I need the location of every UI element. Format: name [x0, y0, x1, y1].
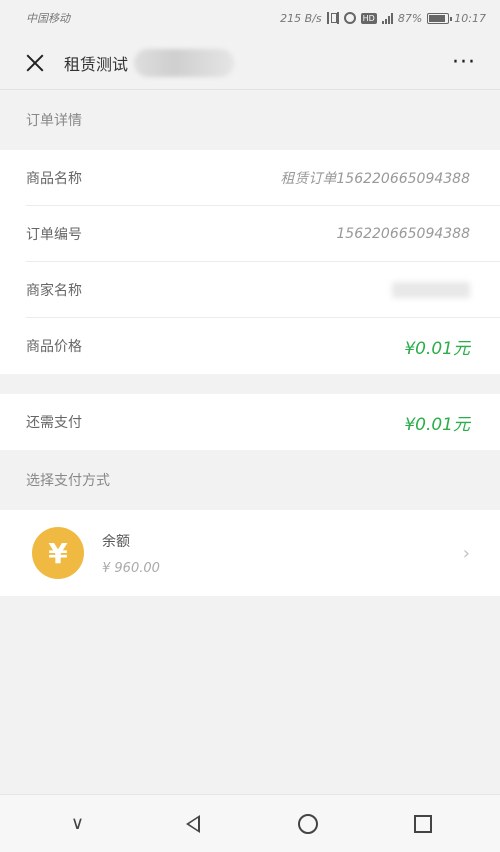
- more-menu-button[interactable]: ···: [452, 50, 476, 75]
- title-bar: 租赁测试 ···: [0, 36, 500, 90]
- row-label: 订单编号: [26, 226, 82, 243]
- payment-due-row: 还需支付 ¥0.01元: [26, 394, 500, 450]
- row-label: 商品名称: [26, 170, 82, 187]
- payment-method-header: 选择支付方式: [26, 473, 110, 489]
- row-label: 商品价格: [26, 339, 82, 355]
- vibrate-icon: [326, 12, 339, 24]
- row-value: 156220665094388: [336, 225, 470, 242]
- status-bar: 中国移动 215 B/s HD 87% 10:17: [0, 0, 500, 36]
- carrier-name: 中国移动: [26, 12, 70, 25]
- payment-due-value: ¥0.01元: [404, 414, 470, 435]
- payment-due-label: 还需支付: [26, 415, 82, 431]
- payment-due-card: 还需支付 ¥0.01元: [0, 394, 500, 450]
- nav-recents-button[interactable]: [403, 804, 443, 844]
- payment-method-text: 余额 ¥ 960.00: [102, 531, 160, 576]
- order-section-header: 订单详情: [26, 113, 82, 129]
- chevron-down-icon[interactable]: ∨: [58, 804, 98, 844]
- nav-back-button[interactable]: [173, 804, 213, 844]
- merchant-redacted: [392, 281, 470, 298]
- network-speed: 215 B/s: [280, 11, 322, 25]
- payment-method-balance[interactable]: ¥ 余额 ¥ 960.00 ›: [0, 510, 500, 596]
- balance-amount: ¥ 960.00: [102, 560, 160, 576]
- chevron-right-icon: ›: [462, 542, 470, 564]
- order-row-price: 商品价格 ¥0.01元: [26, 318, 500, 374]
- order-row-merchant-name: 商家名称: [26, 262, 500, 318]
- order-details-card: 商品名称 租赁订单156220665094388 订单编号 1562206650…: [0, 150, 500, 374]
- home-circle-icon: [297, 813, 318, 834]
- title-redacted: [134, 48, 235, 77]
- back-triangle-icon: [185, 814, 200, 833]
- recents-square-icon: [413, 814, 432, 833]
- alarm-icon: [343, 12, 356, 24]
- screen: 中国移动 215 B/s HD 87% 10:17 租赁测试 ··· 订单详情 …: [0, 0, 500, 852]
- close-icon[interactable]: [24, 52, 46, 74]
- hd-icon: HD: [360, 12, 377, 24]
- system-nav-bar: ∨: [0, 794, 500, 852]
- signal-icon: [381, 12, 393, 24]
- order-row-order-number: 订单编号 156220665094388: [26, 206, 500, 262]
- order-row-product-name: 商品名称 租赁订单156220665094388: [26, 150, 500, 206]
- yuan-coin-icon: ¥: [32, 527, 84, 579]
- row-value: 租赁订单156220665094388: [280, 170, 470, 187]
- status-right: 215 B/s HD 87% 10:17: [280, 12, 486, 25]
- nav-home-button[interactable]: [288, 804, 328, 844]
- page-title: 租赁测试: [64, 54, 129, 74]
- clock: 10:17: [454, 11, 486, 25]
- price-value: ¥0.01元: [404, 338, 470, 359]
- payment-method-name: 余额: [102, 533, 130, 550]
- battery-icon: [427, 12, 453, 24]
- row-label: 商家名称: [26, 282, 82, 299]
- battery-percent: 87%: [397, 11, 423, 25]
